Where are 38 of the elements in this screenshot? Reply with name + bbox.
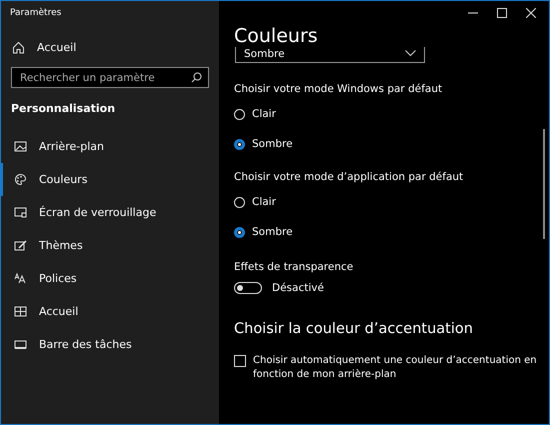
- sidebar-item[interactable]: Barre des tâches: [0, 328, 219, 361]
- brush-icon: [14, 239, 27, 252]
- sidebar-item[interactable]: Thèmes: [0, 229, 219, 262]
- tiles-icon: [14, 305, 27, 318]
- radio-option[interactable]: Sombre: [234, 225, 543, 239]
- sidebar-item[interactable]: Polices: [0, 262, 219, 295]
- sidebar-item[interactable]: Accueil: [0, 295, 219, 328]
- maximize-icon: [497, 8, 507, 18]
- picture-icon: [14, 140, 27, 153]
- group-label: Choisir votre mode d’application par défaut: [234, 171, 464, 185]
- search-field[interactable]: Rechercher un paramètre: [11, 67, 209, 88]
- theme-dropdown[interactable]: Sombre: [235, 47, 425, 63]
- radio-option[interactable]: Clair: [234, 195, 543, 209]
- laptop-icon: [14, 338, 27, 351]
- checkbox[interactable]: [234, 355, 246, 367]
- toggle-switch[interactable]: [234, 282, 262, 294]
- home-link[interactable]: Accueil: [1, 28, 219, 57]
- letters-icon: [14, 272, 27, 285]
- group-label: Choisir votre mode Windows par défaut: [234, 83, 444, 97]
- search-icon: [191, 72, 202, 83]
- section-heading: Personnalisation: [10, 101, 116, 117]
- lock-screen-icon: [14, 206, 27, 219]
- toggle-state: Désactivé: [272, 282, 324, 294]
- sidebar-item[interactable]: Écran de verrouillage: [0, 196, 219, 229]
- palette-icon: [14, 173, 27, 186]
- sidebar-item[interactable]: Couleurs: [0, 163, 219, 196]
- radio-option[interactable]: Sombre: [234, 137, 543, 151]
- checkbox-label: Choisir automatiquement une couleur d’accentuation en fonction de mon arrière-plan: [253, 354, 538, 382]
- close-icon: [526, 8, 536, 18]
- page-title: Couleurs: [234, 25, 319, 47]
- scrollbar-thumb[interactable]: [543, 129, 545, 239]
- setting-label: Effets de transparence: [234, 261, 354, 275]
- home-icon: [12, 40, 25, 54]
- chevron-down-icon: [405, 50, 416, 57]
- radio-option[interactable]: Clair: [234, 107, 543, 121]
- sidebar-item[interactable]: Arrière-plan: [0, 130, 219, 163]
- section-heading: Choisir la couleur d’accentuation: [234, 321, 474, 337]
- window-title: Paramètres: [9, 6, 62, 20]
